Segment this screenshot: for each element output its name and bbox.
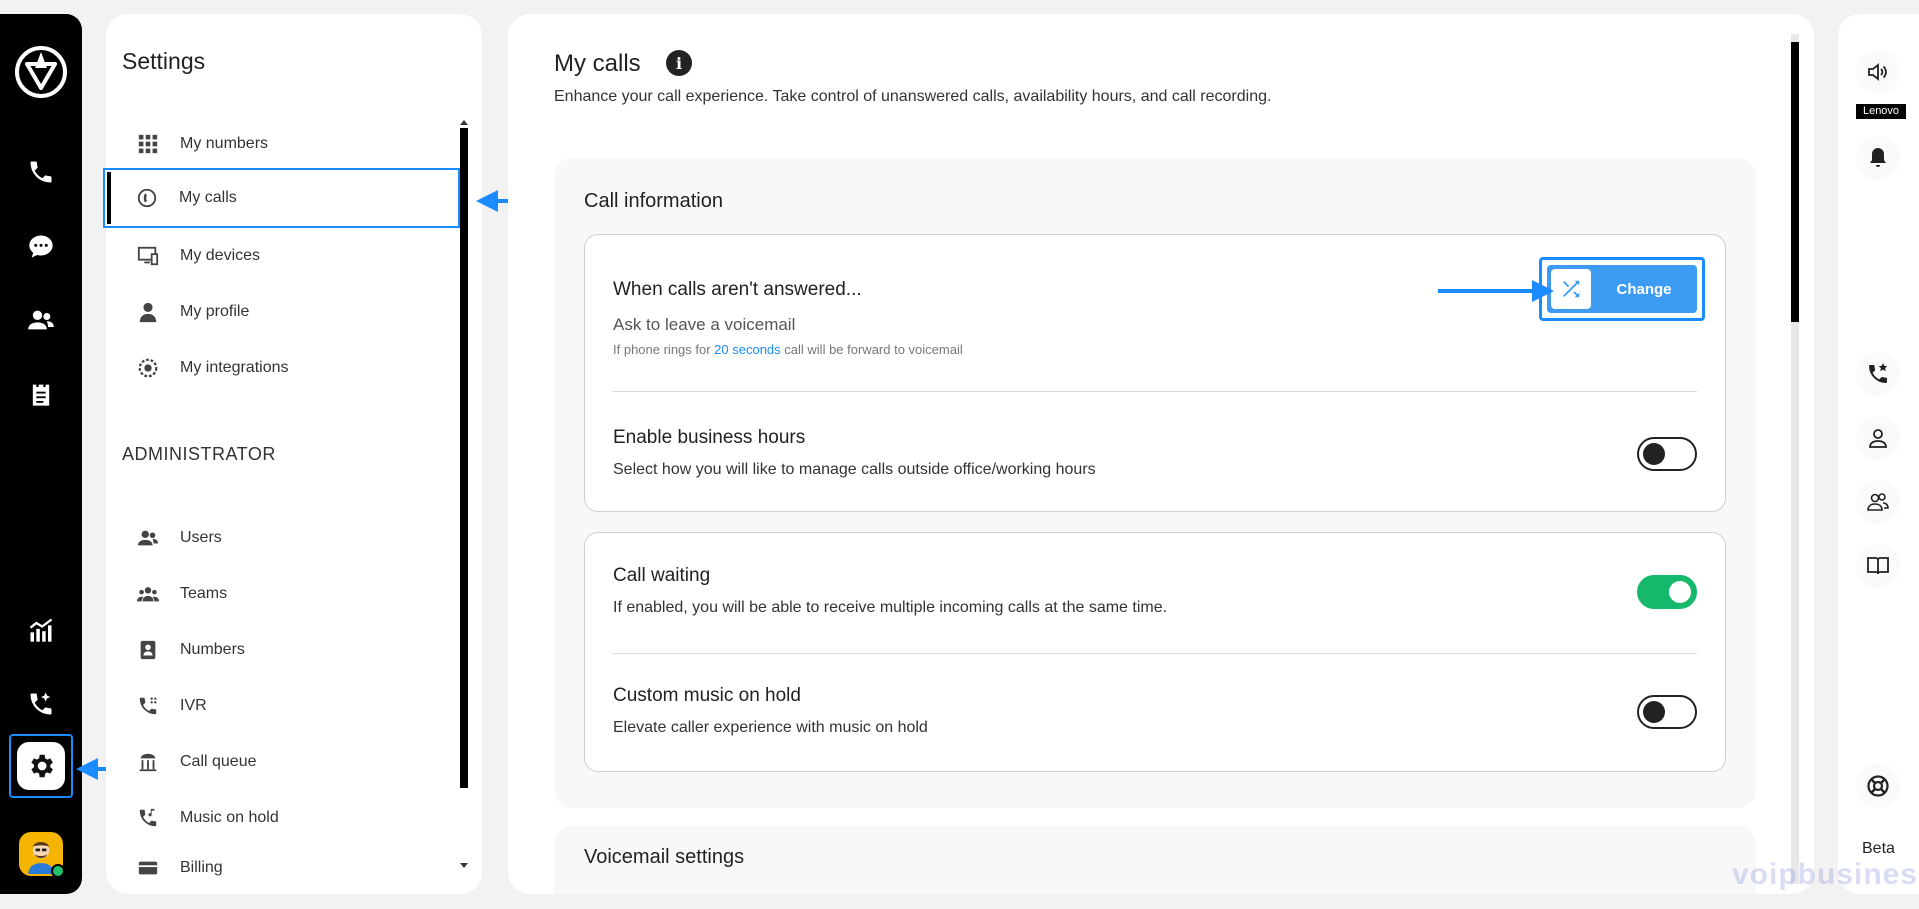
nav-item-my-integrations[interactable]: My integrations — [106, 338, 458, 398]
profile-icon — [136, 300, 160, 324]
call-waiting-toggle[interactable] — [1637, 575, 1697, 609]
settings-icon — [17, 742, 65, 790]
nav-label: My profile — [180, 303, 250, 320]
devices-icon — [136, 244, 160, 268]
nav-item-my-calls[interactable]: My calls — [103, 168, 460, 228]
teams-icon — [136, 582, 160, 606]
change-button-frame: Change — [1539, 257, 1705, 321]
unanswered-title: When calls aren't answered... — [613, 279, 862, 300]
nav-label: Teams — [180, 585, 228, 602]
nav-label: Billing — [180, 859, 223, 876]
music-on-hold-icon — [136, 806, 160, 830]
main-scrollbar[interactable] — [1790, 34, 1800, 884]
app-rail — [0, 14, 82, 894]
nav-label: My devices — [180, 247, 261, 264]
voicemail-settings-heading: Voicemail settings — [584, 846, 745, 868]
numbers-icon — [136, 638, 160, 662]
unanswered-action: Ask to leave a voicemail — [613, 315, 796, 334]
device-label: Lenovo — [1856, 104, 1906, 119]
nav-item-users[interactable]: Users — [106, 508, 458, 568]
waiting-and-music-box: Call waiting If enabled, you will be abl… — [584, 532, 1726, 772]
contact-icon[interactable] — [1856, 416, 1900, 460]
nav-item-my-numbers[interactable]: My numbers — [106, 114, 458, 174]
calls-icon — [135, 186, 159, 210]
beta-label: Beta — [1862, 840, 1895, 857]
change-button-label: Change — [1616, 280, 1672, 298]
page-title: My calls — [554, 50, 641, 77]
call-waiting-desc: If enabled, you will be able to receive … — [613, 599, 1168, 616]
nav-item-my-devices[interactable]: My devices — [106, 226, 458, 286]
nav-label: Users — [180, 529, 222, 546]
group-icon[interactable] — [1856, 480, 1900, 524]
call-information-heading: Call information — [584, 190, 723, 212]
music-on-hold-toggle[interactable] — [1637, 695, 1697, 729]
call-queue-icon — [136, 750, 160, 774]
nav-item-billing[interactable]: Billing — [106, 844, 458, 892]
nav-label: Music on hold — [180, 809, 279, 826]
billing-icon — [136, 856, 160, 880]
nav-label: IVR — [180, 697, 207, 714]
dialpad-icon — [136, 132, 160, 156]
nav-item-my-profile[interactable]: My profile — [106, 282, 458, 342]
page-subtitle: Enhance your call experience. Take contr… — [554, 88, 1272, 105]
analytics-icon[interactable] — [23, 612, 59, 648]
music-on-hold-desc: Elevate caller experience with music on … — [613, 719, 928, 736]
nav-label: My calls — [179, 189, 237, 206]
main-content: My calls i Enhance your call experience.… — [508, 14, 1814, 894]
nav-label: My numbers — [180, 135, 269, 152]
online-status-icon — [51, 864, 65, 878]
unanswered-note: If phone rings for 20 seconds call will … — [613, 342, 963, 357]
users-icon — [136, 526, 160, 550]
support-icon[interactable] — [1856, 764, 1900, 808]
integrations-icon — [136, 356, 160, 380]
annotation-arrow-change — [1438, 280, 1554, 302]
info-icon[interactable]: i — [666, 50, 692, 76]
admin-section-heading: ADMINISTRATOR — [122, 444, 276, 464]
notes-icon[interactable] — [23, 376, 59, 412]
shuffle-icon — [1551, 269, 1591, 309]
contacts-icon[interactable] — [23, 302, 59, 338]
settings-title: Settings — [122, 48, 206, 74]
nav-label: My integrations — [180, 359, 289, 376]
nav-item-music-on-hold[interactable]: Music on hold — [106, 788, 458, 848]
nav-item-ivr[interactable]: IVR — [106, 676, 458, 736]
nav-item-teams[interactable]: Teams — [106, 564, 458, 624]
settings-panel: Settings My numbers My calls My devices … — [103, 14, 482, 894]
business-hours-toggle[interactable] — [1637, 437, 1697, 471]
nav-item-numbers[interactable]: Numbers — [106, 620, 458, 680]
settings-scrollbar[interactable] — [458, 118, 468, 870]
bell-icon[interactable] — [1856, 136, 1900, 180]
nav-label: Call queue — [180, 753, 257, 770]
unanswered-and-hours-box: When calls aren't answered... Ask to lea… — [584, 234, 1726, 512]
book-icon[interactable] — [1856, 544, 1900, 588]
voicemail-settings-card: Voicemail settings — [554, 826, 1756, 894]
call-log-icon[interactable] — [23, 686, 59, 722]
business-hours-title: Enable business hours — [613, 427, 806, 448]
brand-watermark: voipbusiness — [1732, 858, 1919, 891]
app-logo-icon[interactable] — [13, 44, 69, 100]
business-hours-desc: Select how you will like to manage calls… — [613, 461, 1096, 478]
call-information-card: Call information When calls aren't answe… — [554, 158, 1756, 808]
change-button[interactable]: Change — [1547, 265, 1697, 313]
favorite-call-icon[interactable] — [1856, 352, 1900, 396]
call-waiting-title: Call waiting — [613, 565, 711, 586]
ring-duration-link[interactable]: 20 seconds — [714, 342, 781, 357]
settings-button[interactable] — [9, 734, 73, 798]
phone-icon[interactable] — [23, 154, 59, 190]
music-on-hold-title: Custom music on hold — [613, 685, 801, 706]
nav-label: Numbers — [180, 641, 245, 658]
avatar[interactable] — [19, 832, 65, 878]
right-rail: Lenovo Beta — [1838, 14, 1919, 894]
speaker-icon[interactable] — [1856, 50, 1900, 94]
chat-icon[interactable] — [23, 228, 59, 264]
nav-item-call-queue[interactable]: Call queue — [106, 732, 458, 792]
ivr-icon — [136, 694, 160, 718]
